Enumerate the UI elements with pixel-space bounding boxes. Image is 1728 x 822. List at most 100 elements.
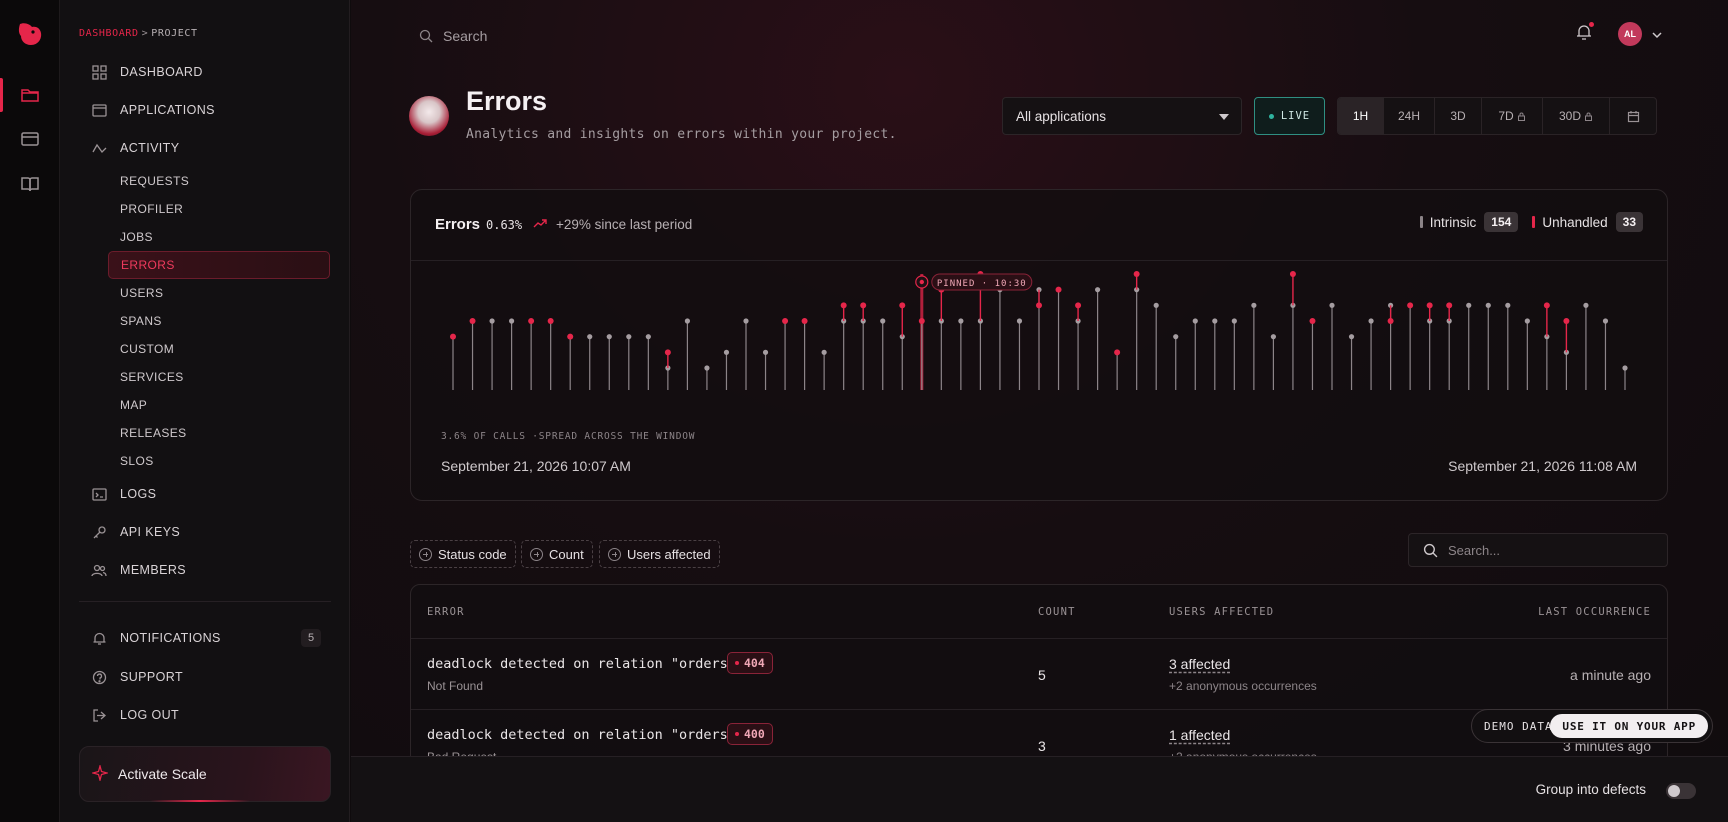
range-1h[interactable]: 1H xyxy=(1338,98,1384,134)
sub-item-jobs[interactable]: JOBS xyxy=(108,224,330,250)
range-3d[interactable]: 3D xyxy=(1435,98,1482,134)
intrinsic-point[interactable] xyxy=(1016,318,1023,324)
unhandled-point[interactable] xyxy=(918,318,925,324)
users-affected-link[interactable]: 1 affected xyxy=(1169,727,1230,743)
unhandled-point[interactable] xyxy=(1426,302,1433,309)
intrinsic-point[interactable] xyxy=(684,318,690,324)
group-into-defects-toggle[interactable] xyxy=(1666,783,1696,799)
unhandled-point[interactable] xyxy=(1309,318,1316,324)
unhandled-point[interactable] xyxy=(1446,302,1453,309)
unhandled-point[interactable] xyxy=(547,318,554,324)
column-header-users-affected[interactable]: USERS AFFECTED xyxy=(1169,606,1274,618)
sub-item-services[interactable]: SERVICES xyxy=(108,364,330,390)
intrinsic-point[interactable] xyxy=(1602,318,1609,324)
intrinsic-point[interactable] xyxy=(1153,302,1159,308)
book-icon[interactable] xyxy=(18,172,42,196)
unhandled-point[interactable] xyxy=(528,318,535,324)
unhandled-point[interactable] xyxy=(1387,318,1394,324)
range-30d[interactable]: 30D xyxy=(1543,98,1610,134)
card-icon[interactable] xyxy=(18,127,42,151)
intrinsic-point[interactable] xyxy=(1212,318,1218,324)
intrinsic-point[interactable] xyxy=(1173,334,1179,340)
intrinsic-point[interactable] xyxy=(489,318,495,324)
unhandled-point[interactable] xyxy=(801,318,808,324)
column-header-count[interactable]: COUNT xyxy=(1038,606,1076,618)
sidebar-item-notifications[interactable]: NOTIFICATIONS xyxy=(79,624,319,652)
sub-item-map[interactable]: MAP xyxy=(108,392,330,418)
sidebar-item-applications[interactable]: APPLICATIONS xyxy=(79,96,319,124)
sidebar-item-api-keys[interactable]: API KEYS xyxy=(79,518,319,546)
unhandled-point[interactable] xyxy=(1075,302,1082,309)
intrinsic-point[interactable] xyxy=(606,334,612,340)
unhandled-point[interactable] xyxy=(1036,302,1042,309)
intrinsic-point[interactable] xyxy=(1329,302,1335,308)
intrinsic-point[interactable] xyxy=(958,318,964,324)
intrinsic-point[interactable] xyxy=(1524,318,1530,324)
logo-icon[interactable] xyxy=(14,18,46,50)
sub-item-users[interactable]: USERS xyxy=(108,280,330,306)
sub-item-profiler[interactable]: PROFILER xyxy=(108,196,330,222)
sidebar-item-activity[interactable]: ACTIVITY xyxy=(79,134,375,162)
use-on-your-app-button[interactable]: USE IT ON YOUR APP xyxy=(1550,714,1708,738)
intrinsic-point[interactable] xyxy=(743,318,749,324)
users-affected-link[interactable]: 3 affected xyxy=(1169,656,1230,672)
intrinsic-point[interactable] xyxy=(880,318,886,324)
intrinsic-point[interactable] xyxy=(1095,287,1101,293)
calendar-button[interactable] xyxy=(1610,98,1656,134)
avatar[interactable]: AL xyxy=(1618,22,1642,46)
unhandled-point[interactable] xyxy=(840,302,847,309)
application-select[interactable]: All applications xyxy=(1002,97,1242,135)
chevron-down-icon[interactable] xyxy=(1651,28,1663,46)
intrinsic-point[interactable] xyxy=(704,365,710,371)
intrinsic-point[interactable] xyxy=(723,349,730,355)
table-search-input[interactable]: Search... xyxy=(1408,533,1668,567)
sub-item-spans[interactable]: SPANS xyxy=(108,308,330,334)
range-7d[interactable]: 7D xyxy=(1482,98,1543,134)
sidebar-item-dashboard[interactable]: DASHBOARD xyxy=(79,58,319,86)
sub-item-custom[interactable]: CUSTOM xyxy=(108,336,330,362)
errors-chart[interactable]: PINNED · 10:30 xyxy=(411,262,1667,432)
table-row[interactable]: deadlock detected on relation "orders" 4… xyxy=(411,638,1667,709)
intrinsic-point[interactable] xyxy=(1348,334,1355,340)
column-header-last-occurrence[interactable]: LAST OCCURRENCE xyxy=(1538,606,1651,618)
intrinsic-point[interactable] xyxy=(1251,302,1257,308)
breadcrumb-root[interactable]: DASHBOARD xyxy=(79,28,139,39)
intrinsic-point[interactable] xyxy=(1505,302,1511,308)
unhandled-point[interactable] xyxy=(1133,271,1140,277)
unhandled-point[interactable] xyxy=(1563,318,1570,324)
intrinsic-point[interactable] xyxy=(1622,365,1628,371)
intrinsic-point[interactable] xyxy=(1368,318,1374,324)
unhandled-point[interactable] xyxy=(567,333,574,340)
sub-item-releases[interactable]: RELEASES xyxy=(108,420,330,446)
sidebar-item-members[interactable]: MEMBERS xyxy=(79,556,319,584)
unhandled-point[interactable] xyxy=(469,318,476,324)
sidebar-item-logs[interactable]: LOGS xyxy=(79,480,319,508)
range-24h[interactable]: 24H xyxy=(1384,98,1435,134)
unhandled-point[interactable] xyxy=(1289,271,1296,277)
intrinsic-point[interactable] xyxy=(1231,318,1237,324)
unhandled-point[interactable] xyxy=(1543,302,1550,309)
unhandled-point[interactable] xyxy=(1114,349,1121,356)
filter-status-code[interactable]: Status code xyxy=(410,540,516,568)
activate-scale-button[interactable]: Activate Scale xyxy=(79,746,331,802)
intrinsic-point[interactable] xyxy=(1466,302,1472,308)
sidebar-item-support[interactable]: SUPPORT xyxy=(79,663,319,691)
unhandled-point[interactable] xyxy=(450,333,456,340)
sub-item-requests[interactable]: REQUESTS xyxy=(108,168,330,194)
intrinsic-point[interactable] xyxy=(587,334,593,340)
sub-item-slos[interactable]: SLOS xyxy=(108,448,330,474)
unhandled-point[interactable] xyxy=(860,302,867,309)
intrinsic-point[interactable] xyxy=(821,349,827,355)
live-button[interactable]: LIVE xyxy=(1254,97,1325,135)
folder-icon[interactable] xyxy=(18,83,42,107)
filter-count[interactable]: Count xyxy=(521,540,593,568)
unhandled-point[interactable] xyxy=(782,318,789,324)
unhandled-point[interactable] xyxy=(1055,286,1062,293)
intrinsic-point[interactable] xyxy=(762,349,769,355)
sidebar-item-logout[interactable]: LOG OUT xyxy=(79,701,319,729)
unhandled-point[interactable] xyxy=(899,302,906,309)
unhandled-point[interactable] xyxy=(1407,302,1414,309)
column-header-error[interactable]: ERROR xyxy=(427,606,465,618)
intrinsic-point[interactable] xyxy=(1192,318,1198,324)
intrinsic-point[interactable] xyxy=(1583,302,1589,308)
